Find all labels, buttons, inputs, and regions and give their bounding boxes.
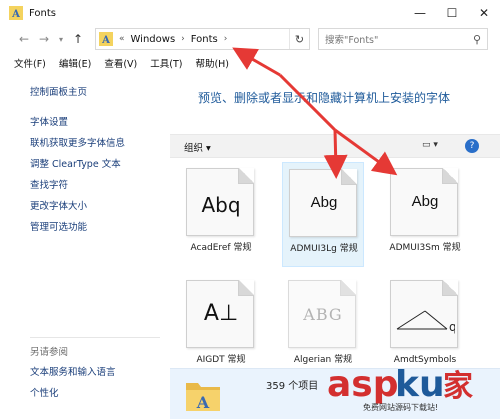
- site-watermark: asp ku 家 免费网站源码下载站!: [327, 362, 497, 416]
- font-file-icon: ABG: [288, 280, 356, 348]
- breadcrumb-fonts[interactable]: Fonts: [191, 34, 218, 45]
- page-fold: [340, 280, 356, 296]
- font-name: ADMUI3Lg 常规: [290, 244, 358, 254]
- font-file-icon: Abq: [186, 168, 254, 236]
- font-file-icon: Abg: [289, 169, 357, 237]
- font-tile-admui3lg[interactable]: Abg ADMUI3Lg 常规: [282, 162, 364, 267]
- control-panel-home-link[interactable]: 控制面板主页: [30, 84, 87, 98]
- address-box[interactable]: A « Windows › Fonts › ↻: [95, 28, 310, 50]
- title-bar: A Fonts — ☐ ✕: [0, 0, 500, 26]
- overflow-chevron-icon[interactable]: «: [119, 34, 125, 44]
- adjust-cleartype-link[interactable]: 调整 ClearType 文本: [30, 156, 121, 170]
- find-character-link[interactable]: 查找字符: [30, 177, 68, 191]
- fonts-folder-icon: A: [99, 32, 113, 46]
- see-also-heading: 另请参阅: [30, 347, 69, 358]
- svg-text:A: A: [101, 35, 110, 46]
- text-services-link[interactable]: 文本服务和输入语言: [30, 364, 116, 378]
- page-fold: [238, 280, 254, 296]
- window-controls: — ☐ ✕: [404, 0, 500, 26]
- svg-text:asp: asp: [327, 364, 399, 404]
- back-arrow-icon[interactable]: ←: [14, 28, 34, 50]
- font-tile-amdtsymbols[interactable]: q AmdtSymbols: [384, 274, 466, 368]
- breadcrumb-windows[interactable]: Windows: [131, 34, 176, 45]
- help-icon[interactable]: ?: [465, 139, 479, 153]
- page-fold: [442, 168, 458, 184]
- manage-optional-features-link[interactable]: 管理可选功能: [30, 219, 87, 233]
- up-arrow-icon[interactable]: ↑: [68, 28, 88, 50]
- page-fold: [238, 168, 254, 184]
- font-sample: Abg: [310, 194, 338, 211]
- font-file-icon: Abg: [390, 168, 458, 236]
- svg-text:q: q: [449, 320, 455, 334]
- font-name: AIGDT 常规: [196, 355, 246, 365]
- fonts-folder-icon: A: [186, 383, 220, 412]
- close-button[interactable]: ✕: [468, 0, 500, 26]
- page-title: 预览、删除或者显示和隐藏计算机上安装的字体: [198, 91, 451, 105]
- font-name: AcadEref 常规: [190, 243, 252, 253]
- svg-text:A: A: [196, 393, 210, 412]
- search-icon[interactable]: ⚲: [473, 33, 481, 46]
- menu-bar: 文件(F) 编辑(E) 查看(V) 工具(T) 帮助(H): [0, 54, 500, 72]
- maximize-button[interactable]: ☐: [436, 0, 468, 26]
- watermark-logo: asp ku 家: [327, 364, 473, 405]
- search-placeholder: 搜索"Fonts": [325, 35, 379, 46]
- minimize-button[interactable]: —: [404, 0, 436, 26]
- font-settings-link[interactable]: 字体设置: [30, 114, 68, 128]
- font-sample: Abq: [201, 193, 241, 217]
- view-options-button[interactable]: ▭ ▾: [422, 140, 438, 150]
- divider: [30, 337, 160, 338]
- breadcrumb-separator-icon[interactable]: ›: [224, 34, 228, 44]
- refresh-icon[interactable]: ↻: [289, 29, 309, 49]
- font-sample: Abg: [411, 193, 439, 210]
- left-pane: 控制面板主页 字体设置 联机获取更多字体信息 调整 ClearType 文本 查…: [0, 72, 170, 419]
- symbol-sample-icon: q: [396, 310, 455, 334]
- watermark-subtitle: 免费网站源码下载站!: [363, 403, 439, 412]
- svg-text:ku: ku: [395, 364, 445, 404]
- menu-edit[interactable]: 编辑(E): [59, 56, 91, 70]
- font-file-icon: A⊥: [186, 280, 254, 348]
- page-fold: [442, 280, 458, 296]
- organize-button[interactable]: 组织 ▾: [184, 140, 211, 154]
- get-font-info-online-link[interactable]: 联机获取更多字体信息: [30, 135, 125, 149]
- menu-help[interactable]: 帮助(H): [195, 56, 229, 70]
- personalization-link[interactable]: 个性化: [30, 385, 59, 399]
- font-sample: ABG: [303, 305, 343, 324]
- menu-file[interactable]: 文件(F): [14, 56, 46, 70]
- recent-dropdown-icon[interactable]: ▾: [54, 28, 68, 50]
- item-count: 359 个项目: [266, 381, 319, 392]
- search-input[interactable]: 搜索"Fonts" ⚲: [318, 28, 488, 50]
- menu-tools[interactable]: 工具(T): [150, 56, 182, 70]
- window-title: Fonts: [29, 7, 56, 19]
- font-name: ADMUI3Sm 常规: [389, 243, 461, 253]
- font-file-icon: q: [390, 280, 458, 348]
- change-font-size-link[interactable]: 更改字体大小: [30, 198, 87, 212]
- command-toolbar: 组织 ▾ ▭ ▾ ?: [170, 134, 500, 158]
- font-tile-aigdt[interactable]: A⊥ AIGDT 常规: [180, 274, 262, 368]
- font-tile-admui3sm[interactable]: Abg ADMUI3Sm 常规: [384, 162, 466, 267]
- font-sample: A⊥: [203, 301, 239, 326]
- forward-arrow-icon[interactable]: →: [34, 28, 54, 50]
- fonts-app-icon: A: [9, 6, 23, 20]
- svg-text:A: A: [11, 9, 20, 20]
- breadcrumb-separator-icon[interactable]: ›: [181, 34, 185, 44]
- page-fold: [341, 169, 357, 185]
- font-tile-acaderef[interactable]: Abq AcadEref 常规: [180, 162, 262, 267]
- address-toolbar: ← → ▾ ↑ A « Windows › Fonts › ↻ 搜索"Fonts…: [0, 26, 500, 52]
- menu-view[interactable]: 查看(V): [104, 56, 137, 70]
- font-grid: Abq AcadEref 常规 Abg ADMUI3Lg 常规 Abg ADMU…: [170, 160, 500, 368]
- svg-text:家: 家: [443, 369, 473, 404]
- font-tile-algerian[interactable]: ABG Algerian 常规: [282, 274, 364, 368]
